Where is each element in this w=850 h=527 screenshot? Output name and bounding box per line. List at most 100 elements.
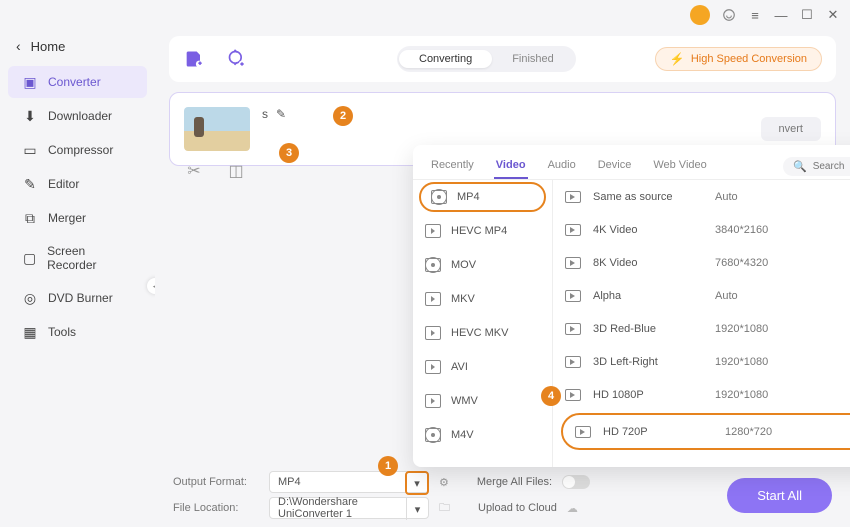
downloader-icon: ⬇: [22, 108, 38, 124]
minimize-button[interactable]: —: [774, 8, 788, 22]
resolution-item-hd-720p[interactable]: HD 720P1280*720✎: [561, 413, 850, 450]
output-settings-icon[interactable]: ⚙: [439, 476, 449, 489]
sidebar-item-label: Editor: [48, 177, 79, 191]
sidebar-item-editor[interactable]: ✎ Editor: [8, 168, 147, 200]
sidebar-item-compressor[interactable]: ▭ Compressor: [8, 134, 147, 166]
toolbar-card: Converting Finished ⚡ High Speed Convers…: [169, 36, 836, 82]
edit-title-icon[interactable]: ✎: [276, 107, 286, 121]
sidebar-item-tools[interactable]: ▦ Tools: [8, 316, 147, 348]
avi-icon: [425, 360, 441, 374]
search-icon: 🔍: [793, 160, 807, 173]
tab-device[interactable]: Device: [596, 153, 634, 179]
format-item-wmv[interactable]: WMV: [413, 384, 552, 418]
output-format-label: Output Format:: [173, 476, 259, 488]
crop-icon[interactable]: ◫: [226, 161, 246, 181]
sidebar: ‹ Home ▣ Converter ⬇ Downloader ▭ Compre…: [0, 30, 155, 527]
resolution-item-4k[interactable]: 4K Video3840*2160✎: [553, 213, 850, 246]
format-item-mkv[interactable]: MKV: [413, 282, 552, 316]
format-item-hevc-mkv[interactable]: HEVC MKV: [413, 316, 552, 350]
format-item-m4v[interactable]: M4V: [413, 418, 552, 452]
resolution-item-3d-red-blue[interactable]: 3D Red-Blue1920*1080✎: [553, 312, 850, 345]
resolution-item-hd-1080p[interactable]: HD 1080P1920*1080✎: [553, 378, 850, 411]
back-icon[interactable]: ‹: [16, 38, 21, 54]
tab-audio[interactable]: Audio: [546, 153, 578, 179]
tab-video[interactable]: Video: [494, 153, 528, 179]
trim-icon[interactable]: ✂: [184, 161, 204, 181]
resolution-item-same-as-source[interactable]: Same as sourceAuto✎: [553, 180, 850, 213]
start-all-button[interactable]: Start All: [727, 478, 832, 513]
video-icon: [565, 356, 581, 368]
m4v-icon: [425, 428, 441, 442]
callout-1: 1: [378, 456, 398, 476]
status-segment: Converting Finished: [397, 46, 576, 72]
resolution-item-3d-left-right[interactable]: 3D Left-Right1920*1080✎: [553, 345, 850, 378]
screen-recorder-icon: ▢: [22, 250, 37, 266]
menu-icon[interactable]: ≡: [748, 8, 762, 22]
video-icon: [565, 290, 581, 302]
close-button[interactable]: ✕: [826, 8, 840, 22]
video-thumbnail[interactable]: [184, 107, 250, 151]
resolution-item-alpha[interactable]: AlphaAuto✎: [553, 279, 850, 312]
dropdown-tabs: Recently Video Audio Device Web Video 🔍: [413, 145, 850, 180]
format-item-mp4[interactable]: MP4: [419, 182, 546, 212]
converter-icon: ▣: [22, 74, 38, 90]
format-search[interactable]: 🔍: [783, 157, 850, 176]
video-icon: [565, 191, 581, 203]
hevc-mp4-icon: [425, 224, 441, 238]
format-search-input[interactable]: [813, 161, 850, 172]
convert-button[interactable]: nvert: [761, 117, 821, 141]
content-area: Converting Finished ⚡ High Speed Convers…: [155, 30, 850, 527]
upload-cloud-label: Upload to Cloud: [478, 502, 557, 514]
sidebar-item-dvd-burner[interactable]: ◎ DVD Burner: [8, 282, 147, 314]
tab-finished[interactable]: Finished: [492, 50, 574, 68]
file-location-select[interactable]: D:\Wondershare UniConverter 1 ▾: [269, 497, 429, 519]
file-title: s: [262, 107, 268, 121]
callout-4: 4: [541, 386, 561, 406]
chevron-down-icon[interactable]: ▾: [406, 498, 428, 520]
home-label[interactable]: Home: [31, 39, 66, 54]
callout-3: 3: [279, 143, 299, 163]
mp4-icon: [431, 190, 447, 204]
sidebar-item-label: DVD Burner: [48, 291, 113, 305]
tab-web-video[interactable]: Web Video: [651, 153, 708, 179]
hevc-mkv-icon: [425, 326, 441, 340]
sidebar-item-label: Screen Recorder: [47, 244, 133, 272]
add-folder-button[interactable]: [225, 48, 249, 70]
output-format-select[interactable]: MP4 ▾: [269, 471, 429, 493]
video-icon: [575, 426, 591, 438]
video-icon: [565, 389, 581, 401]
open-folder-icon[interactable]: 🗀: [439, 499, 450, 518]
support-icon[interactable]: [722, 8, 736, 22]
tab-recently[interactable]: Recently: [429, 153, 476, 179]
sidebar-item-label: Converter: [48, 75, 101, 89]
mkv-icon: [425, 292, 441, 306]
format-item-mov[interactable]: MOV: [413, 248, 552, 282]
avatar[interactable]: [690, 5, 710, 25]
sidebar-item-downloader[interactable]: ⬇ Downloader: [8, 100, 147, 132]
merger-icon: ⧉: [22, 210, 38, 226]
tools-icon: ▦: [22, 324, 38, 340]
merge-toggle[interactable]: [562, 475, 590, 489]
format-dropdown-panel: Recently Video Audio Device Web Video 🔍 …: [413, 145, 850, 467]
resolution-item-8k[interactable]: 8K Video7680*4320✎: [553, 246, 850, 279]
compressor-icon: ▭: [22, 142, 38, 158]
sidebar-item-merger[interactable]: ⧉ Merger: [8, 202, 147, 234]
sidebar-item-screen-recorder[interactable]: ▢ Screen Recorder: [8, 236, 147, 280]
merge-label: Merge All Files:: [477, 476, 552, 488]
sidebar-item-label: Tools: [48, 325, 76, 339]
format-item-avi[interactable]: AVI: [413, 350, 552, 384]
file-location-label: File Location:: [173, 502, 259, 514]
format-list[interactable]: MP4 HEVC MP4 MOV MKV HEVC MKV AVI WMV M4…: [413, 180, 553, 467]
resolution-list[interactable]: Same as sourceAuto✎ 4K Video3840*2160✎ 8…: [553, 180, 850, 467]
format-item-hevc-mp4[interactable]: HEVC MP4: [413, 214, 552, 248]
high-speed-button[interactable]: ⚡ High Speed Conversion: [655, 47, 822, 71]
maximize-button[interactable]: ☐: [800, 8, 814, 22]
add-file-button[interactable]: [183, 48, 207, 70]
chevron-down-icon[interactable]: ▾: [405, 471, 429, 495]
sidebar-item-converter[interactable]: ▣ Converter: [8, 66, 147, 98]
cloud-icon[interactable]: ☁: [567, 502, 578, 515]
tab-converting[interactable]: Converting: [399, 50, 492, 68]
sidebar-item-label: Compressor: [48, 143, 113, 157]
callout-2: 2: [333, 106, 353, 126]
title-bar: ≡ — ☐ ✕: [0, 0, 850, 30]
